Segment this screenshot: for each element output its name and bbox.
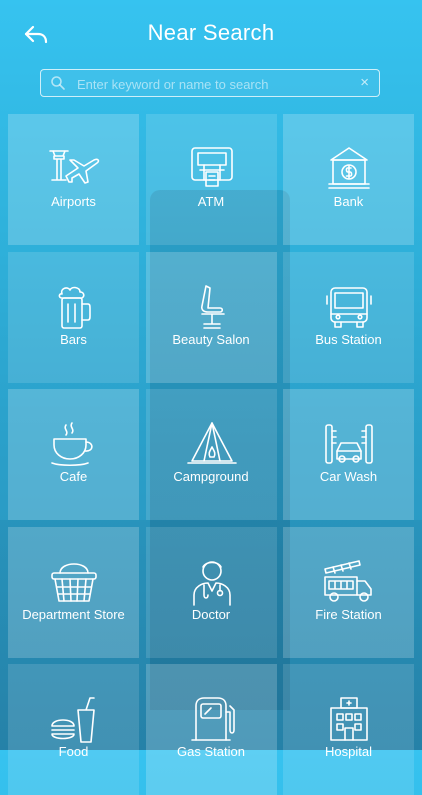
- category-tile-gas-station[interactable]: Gas Station: [145, 664, 277, 795]
- category-grid: Airports ATM Bank Bars Beauty Salon Bus …: [8, 114, 414, 795]
- salon-chair-icon: [200, 284, 225, 329]
- category-tile-beauty-salon[interactable]: Beauty Salon: [145, 251, 277, 383]
- category-tile-cafe[interactable]: Cafe: [8, 389, 139, 520]
- category-label: Bus Station: [315, 331, 382, 347]
- category-label: Gas Station: [177, 744, 245, 759]
- category-tile-car-wash[interactable]: Car Wash: [283, 389, 414, 520]
- bank-icon: [328, 147, 370, 189]
- category-tile-fire-station[interactable]: Fire Station: [283, 526, 414, 658]
- category-label: Car Wash: [319, 469, 378, 484]
- category-label: ATM: [197, 194, 225, 209]
- category-label: Fire Station: [315, 606, 382, 622]
- category-label: Hospital: [325, 744, 372, 759]
- category-label: Campground: [173, 469, 249, 484]
- category-label: Cafe: [59, 469, 88, 484]
- category-tile-bars[interactable]: Bars: [8, 251, 139, 383]
- category-label: Beauty Salon: [172, 331, 250, 347]
- search-bar[interactable]: ×: [40, 69, 380, 97]
- tent-icon: [186, 422, 237, 464]
- fire-truck-icon: [324, 559, 372, 602]
- doctor-icon: [192, 560, 231, 606]
- beer-icon: [58, 286, 91, 329]
- hospital-icon: [330, 697, 368, 741]
- car-wash-icon: [325, 424, 373, 464]
- category-tile-bus-station[interactable]: Bus Station: [283, 251, 414, 383]
- page-title: Near Search: [147, 20, 275, 45]
- category-label: Bank: [333, 194, 364, 209]
- category-tile-bank[interactable]: Bank: [283, 114, 414, 245]
- fast-food-icon: [51, 697, 95, 743]
- bus-icon: [326, 286, 372, 328]
- category-label: Bars: [60, 331, 87, 347]
- category-label: Department Store: [22, 606, 125, 622]
- search-icon: [51, 76, 65, 90]
- atm-icon: [190, 147, 233, 187]
- category-tile-airports[interactable]: Airports: [8, 114, 139, 245]
- category-tile-hospital[interactable]: Hospital: [283, 664, 414, 795]
- header-bar: Near Search: [0, 0, 422, 68]
- airport-icon: [49, 150, 100, 184]
- category-tile-food[interactable]: Food: [8, 664, 139, 795]
- basket-icon: [51, 562, 97, 602]
- category-tile-campground[interactable]: Campground: [145, 389, 277, 520]
- gas-pump-icon: [190, 697, 235, 741]
- category-label: Airports: [51, 194, 96, 209]
- coffee-cup-icon: [51, 422, 93, 467]
- search-input[interactable]: [75, 73, 349, 95]
- category-tile-doctor[interactable]: Doctor: [145, 526, 277, 658]
- category-tile-atm[interactable]: ATM: [145, 114, 277, 245]
- category-label: Doctor: [191, 606, 231, 622]
- category-tile-department-store[interactable]: Department Store: [8, 526, 139, 658]
- category-label: Food: [58, 744, 89, 759]
- clear-search-button[interactable]: ×: [360, 74, 369, 92]
